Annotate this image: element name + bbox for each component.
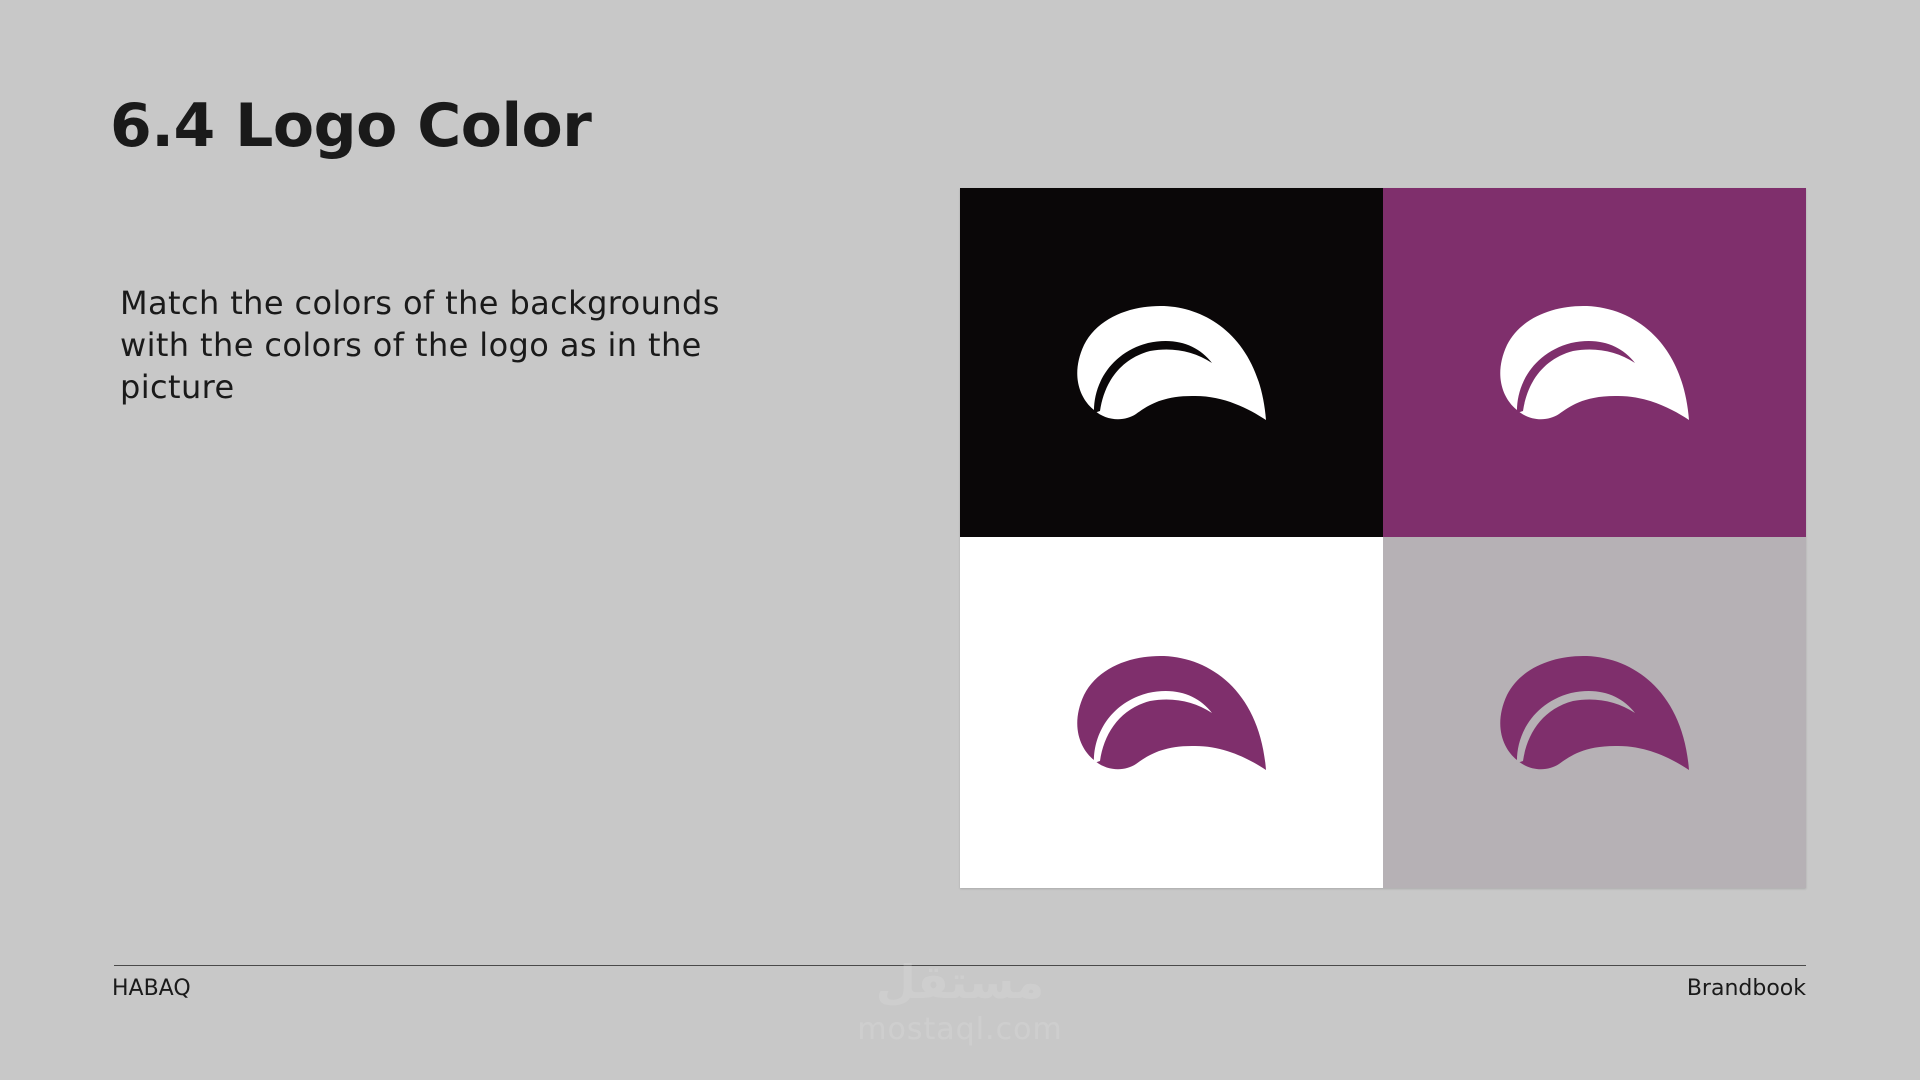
logo-tile-black (960, 188, 1383, 537)
logo-tile-purple (1383, 188, 1806, 537)
logo-color-grid (960, 188, 1806, 888)
footer-brand-name: HABAQ (112, 976, 191, 1001)
page-title: 6.4 Logo Color (110, 91, 592, 161)
habaq-logo-icon (1499, 655, 1689, 770)
watermark-url: mostaql.com (857, 1012, 1063, 1047)
description-text: Match the colors of the backgrounds with… (120, 284, 720, 406)
watermark-logo-text: مستقل (875, 955, 1045, 1009)
watermark: مستقل mostaql.com (840, 952, 1080, 1056)
habaq-logo-icon (1499, 305, 1689, 420)
logo-tile-gray (1383, 537, 1806, 888)
habaq-logo-icon (1076, 655, 1266, 770)
logo-tile-white (960, 537, 1383, 888)
habaq-logo-icon (1076, 305, 1266, 420)
footer-divider (114, 965, 1806, 966)
footer-document-name: Brandbook (1686, 976, 1806, 1001)
